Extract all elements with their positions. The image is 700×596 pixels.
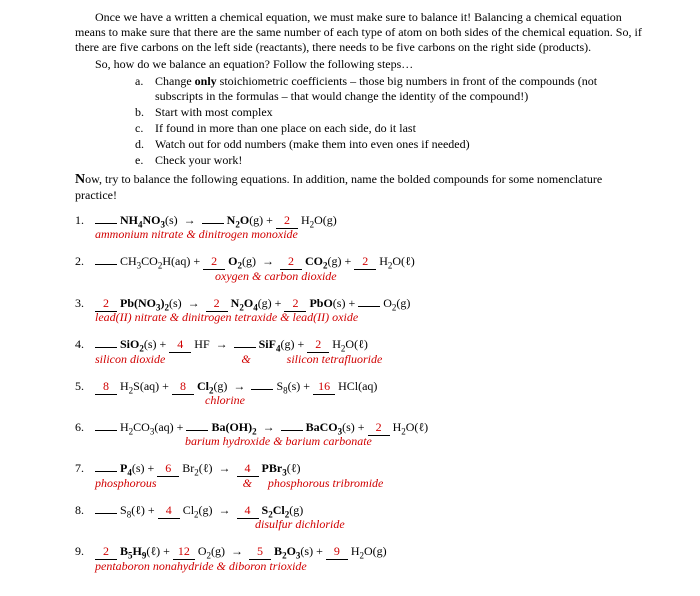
eq-content: CH3CO2H(aq) + 2 O2(g) → 2 CO2(g) + 2 H2O…: [95, 254, 645, 270]
now-rest: ow, try to balance the following equatio…: [75, 172, 602, 202]
intro-paragraph: Once we have a written a chemical equati…: [75, 10, 645, 55]
eq-names: chlorine: [205, 393, 645, 408]
equation-6: 6. H2CO3(aq) + Ba(OH)2 → BaCO3(s) + 2 H2…: [75, 420, 645, 449]
equations-list: 1. NH4NO3(s) → N2O(g) + 2 H2O(g) ammoniu…: [75, 213, 645, 574]
eq-number: 7.: [75, 461, 95, 476]
equation-1: 1. NH4NO3(s) → N2O(g) + 2 H2O(g) ammoniu…: [75, 213, 645, 242]
eq-number: 2.: [75, 254, 95, 269]
now-bold: N: [75, 172, 85, 187]
step-text: Start with most complex: [155, 105, 645, 120]
steps-list: a. Change only stoichiometric coefficien…: [135, 74, 645, 168]
eq-content: 8 H2S(aq) + 8 Cl2(g) → S8(s) + 16 HCl(aq…: [95, 379, 645, 395]
step-text: If found in more than one place on each …: [155, 121, 645, 136]
step-c: c. If found in more than one place on ea…: [135, 121, 645, 136]
eq-names: barium hydroxide & barium carbonate: [185, 434, 645, 449]
step-text: Watch out for odd numbers (make them int…: [155, 137, 645, 152]
step-letter: c.: [135, 121, 155, 136]
eq-names: disulfur dichloride: [255, 517, 645, 532]
step-b: b. Start with most complex: [135, 105, 645, 120]
step-letter: e.: [135, 153, 155, 168]
equation-8: 8. S8(ℓ) + 4 Cl2(g) → 4 S2Cl2(g) disulfu…: [75, 503, 645, 532]
eq-names: pentaboron nonahydride & diboron trioxid…: [95, 559, 645, 574]
intro-steps-lead: So, how do we balance an equation? Follo…: [75, 57, 645, 72]
step-letter: a.: [135, 74, 155, 104]
step-letter: d.: [135, 137, 155, 152]
eq-number: 4.: [75, 337, 95, 352]
eq-names: oxygen & carbon dioxide: [215, 269, 645, 284]
now-paragraph: Now, try to balance the following equati…: [75, 172, 645, 203]
step-letter: b.: [135, 105, 155, 120]
equation-9: 9. 2 B5H9(ℓ) + 12 O2(g) → 5 B2O3(s) + 9 …: [75, 544, 645, 573]
eq-names: ammonium nitrate & dinitrogen monoxide: [95, 227, 645, 242]
step-text: Change only stoichiometric coefficients …: [155, 74, 645, 104]
eq-content: S8(ℓ) + 4 Cl2(g) → 4 S2Cl2(g): [95, 503, 645, 519]
eq-number: 1.: [75, 213, 95, 228]
equation-7: 7. P4(s) + 6 Br2(ℓ) → 4 PBr3(ℓ) phosphor…: [75, 461, 645, 490]
eq-names: lead(II) nitrate & dinitrogen tetraxide …: [95, 310, 645, 325]
step-a: a. Change only stoichiometric coefficien…: [135, 74, 645, 104]
eq-names: silicon dioxide & silicon tetrafluoride: [95, 352, 645, 367]
eq-number: 6.: [75, 420, 95, 435]
step-e: e. Check your work!: [135, 153, 645, 168]
eq-number: 3.: [75, 296, 95, 311]
eq-names: phosphorous & phosphorous tribromide: [95, 476, 645, 491]
document-page: Once we have a written a chemical equati…: [0, 0, 700, 596]
equation-3: 3. 2 Pb(NO3)2(s) → 2 N2O4(g) + 2 PbO(s) …: [75, 296, 645, 325]
equation-4: 4. SiO2(s) + 4 HF → SiF4(g) + 2 H2O(ℓ) s…: [75, 337, 645, 366]
eq-number: 5.: [75, 379, 95, 394]
step-d: d. Watch out for odd numbers (make them …: [135, 137, 645, 152]
step-text: Check your work!: [155, 153, 645, 168]
equation-2: 2. CH3CO2H(aq) + 2 O2(g) → 2 CO2(g) + 2 …: [75, 254, 645, 283]
eq-number: 8.: [75, 503, 95, 518]
equation-5: 5. 8 H2S(aq) + 8 Cl2(g) → S8(s) + 16 HCl…: [75, 379, 645, 408]
